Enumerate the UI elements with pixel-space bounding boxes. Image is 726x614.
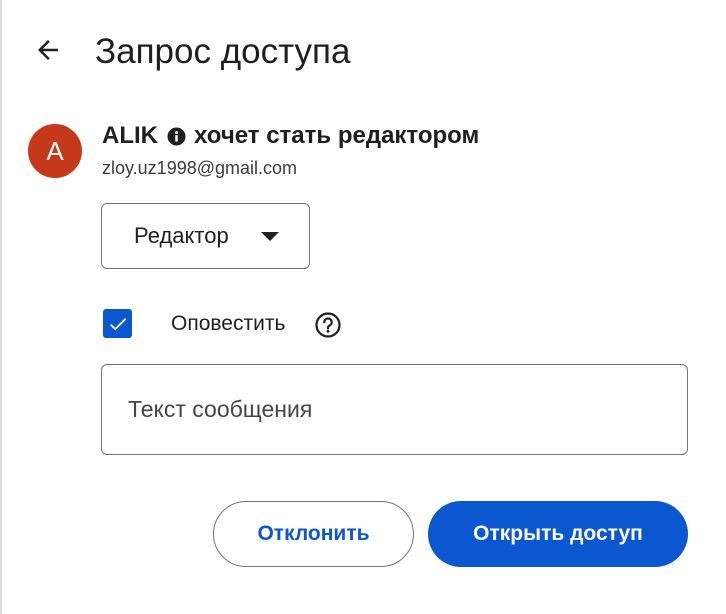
- back-button[interactable]: [26, 28, 70, 72]
- message-input[interactable]: [101, 364, 688, 455]
- checkmark-icon: [109, 317, 126, 330]
- role-dropdown[interactable]: Редактор: [101, 203, 310, 269]
- request-text: хочет стать редактором: [194, 122, 480, 149]
- arrow-back-icon: [38, 40, 58, 60]
- decline-button[interactable]: Отклонить: [213, 501, 414, 567]
- help-circle-icon[interactable]: [314, 311, 342, 339]
- requester-name: ALIK: [102, 122, 158, 149]
- requester-email: zloy.uz1998@gmail.com: [102, 158, 298, 178]
- window-edge: [0, 0, 2, 614]
- avatar-letter: A: [46, 135, 64, 166]
- role-selected-value: Редактор: [134, 223, 229, 248]
- info-filled-icon[interactable]: [167, 126, 186, 146]
- notify-label: Оповестить: [171, 312, 286, 335]
- request-access-dialog: Запрос доступа A ALIK хочет стать редакт…: [0, 0, 726, 614]
- notify-checkbox[interactable]: [103, 309, 132, 338]
- share-access-button[interactable]: Открыть доступ: [428, 501, 688, 567]
- caret-down-icon: [261, 232, 279, 241]
- request-summary: ALIK хочет стать редактором: [102, 120, 479, 152]
- avatar: A: [28, 124, 82, 178]
- dialog-title: Запрос доступа: [95, 32, 351, 71]
